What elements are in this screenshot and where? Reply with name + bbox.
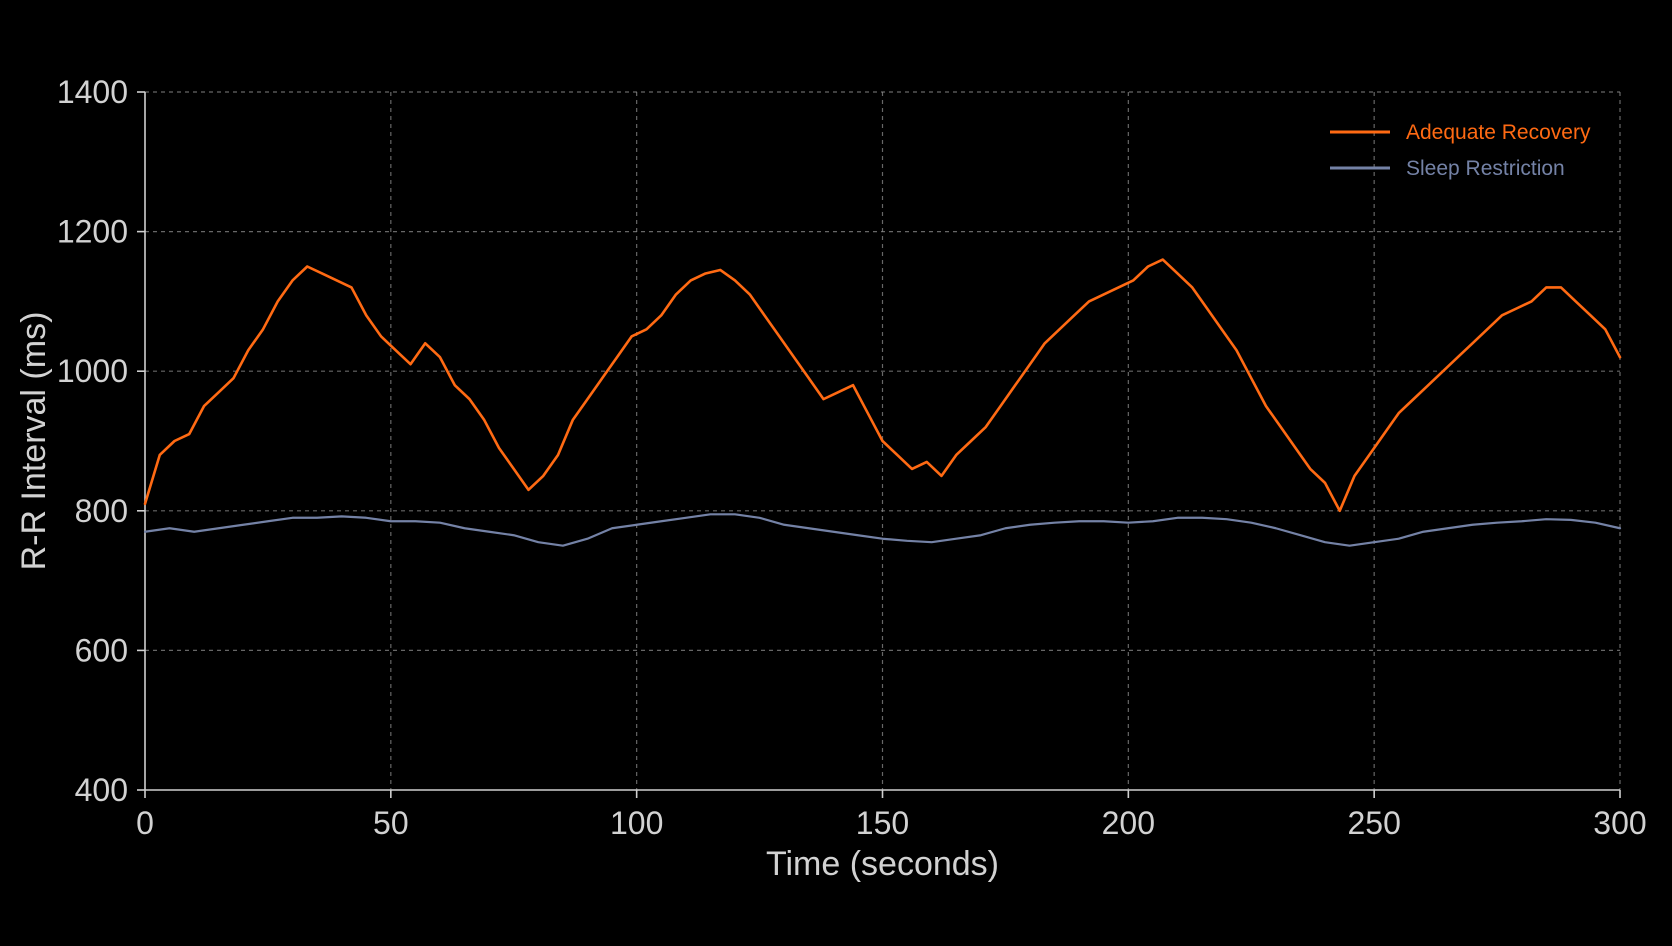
x-axis-title: Time (seconds) [766,845,999,883]
legend-label: Sleep Restriction [1406,157,1565,180]
legend-label: Adequate Recovery [1406,121,1591,144]
chart-container: 0 50 100 150 200 250 300 400 600 800 1000 1200 1400 … [0,0,1672,941]
x-tick-label: 200 [1102,805,1155,841]
y-tick-label: 400 [75,772,128,808]
line-chart: 0 50 100 150 200 250 300400600800100012001400 … [0,0,1672,941]
y-axis-title: R-R Interval (ms) [15,312,53,571]
x-tick-label: 250 [1347,805,1400,841]
y-tick-label: 1400 [57,74,128,110]
y-tick-label: 1000 [57,353,128,389]
y-tick-label: 800 [75,493,128,529]
x-tick-label: 150 [856,805,909,841]
y-tick-label: 1200 [57,214,128,250]
y-tick-label: 600 [75,632,128,668]
x-tick-label: 300 [1593,805,1646,841]
x-tick-label: 0 [136,805,154,841]
x-tick-label: 100 [610,805,663,841]
x-tick-label: 50 [373,805,409,841]
